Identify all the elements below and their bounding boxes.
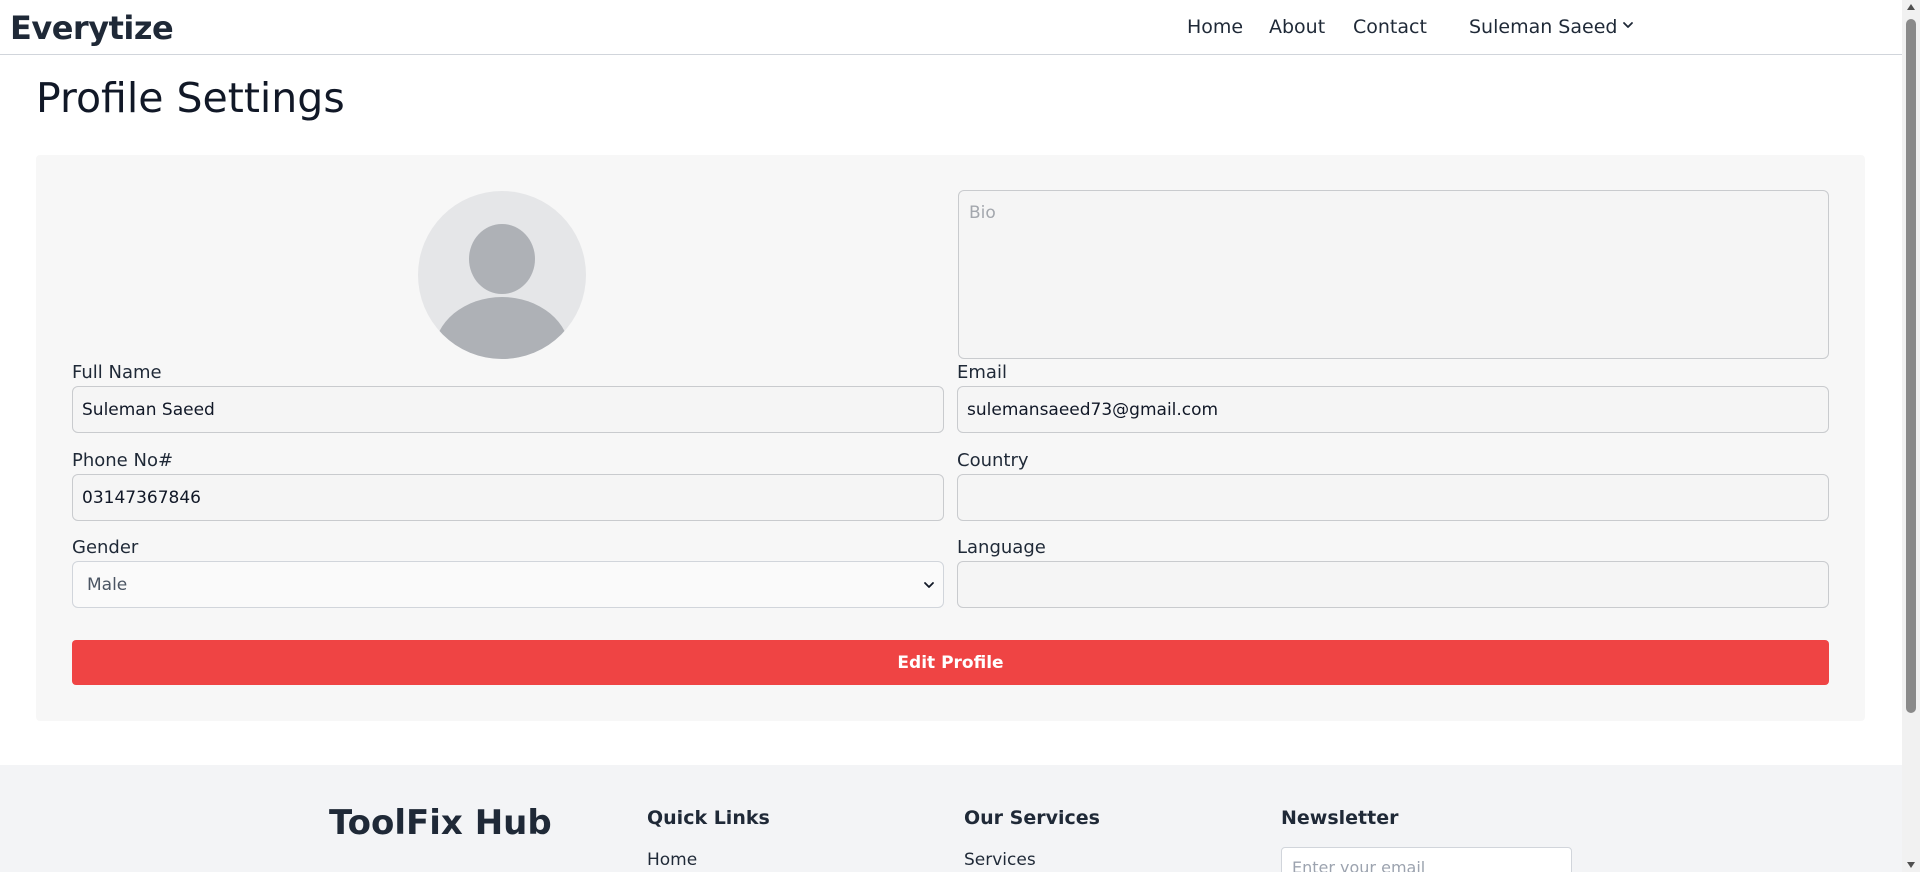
newsletter-heading: Newsletter <box>1281 807 1399 829</box>
footer: ToolFix Hub Quick Links Home Our Service… <box>0 765 1902 872</box>
page-title: Profile Settings <box>36 74 345 122</box>
services-heading: Our Services <box>964 807 1100 829</box>
user-menu-toggle[interactable]: Suleman Saeed <box>1469 16 1617 38</box>
country-label: Country <box>957 450 1029 471</box>
footer-link-home[interactable]: Home <box>647 850 697 870</box>
country-input[interactable] <box>957 474 1829 521</box>
avatar-head <box>469 224 535 294</box>
language-input[interactable] <box>957 561 1829 608</box>
bio-textarea[interactable] <box>958 190 1829 359</box>
full-name-label: Full Name <box>72 362 162 383</box>
scroll-down-arrow-icon[interactable] <box>1907 862 1915 868</box>
gender-label: Gender <box>72 537 139 558</box>
chevron-down-icon <box>924 582 934 588</box>
footer-brand: ToolFix Hub <box>329 803 552 843</box>
gender-select[interactable]: Male <box>72 561 944 608</box>
newsletter-email-input[interactable] <box>1281 847 1572 872</box>
phone-input[interactable] <box>72 474 944 521</box>
footer-link-services[interactable]: Services <box>964 850 1036 870</box>
chevron-down-icon[interactable] <box>1620 17 1636 33</box>
quick-links-heading: Quick Links <box>647 807 770 829</box>
scroll-up-arrow-icon[interactable] <box>1907 4 1915 10</box>
scrollbar-thumb[interactable] <box>1906 19 1916 713</box>
email-input[interactable] <box>957 386 1829 433</box>
edit-profile-button[interactable]: Edit Profile <box>72 640 1829 685</box>
email-label: Email <box>957 362 1007 383</box>
user-placeholder-icon[interactable] <box>418 191 586 359</box>
avatar-body <box>434 297 570 359</box>
brand-logo[interactable]: Everytize <box>10 9 174 47</box>
nav-link-contact[interactable]: Contact <box>1353 16 1427 38</box>
language-label: Language <box>957 537 1046 558</box>
gender-selected-value: Male <box>87 574 128 595</box>
nav-link-home[interactable]: Home <box>1187 16 1243 38</box>
nav-link-about[interactable]: About <box>1269 16 1325 38</box>
navbar: Everytize Home About Contact Suleman Sae… <box>0 0 1902 55</box>
full-name-input[interactable] <box>72 386 944 433</box>
phone-label: Phone No# <box>72 450 174 471</box>
page-scrollbar[interactable] <box>1902 0 1920 872</box>
